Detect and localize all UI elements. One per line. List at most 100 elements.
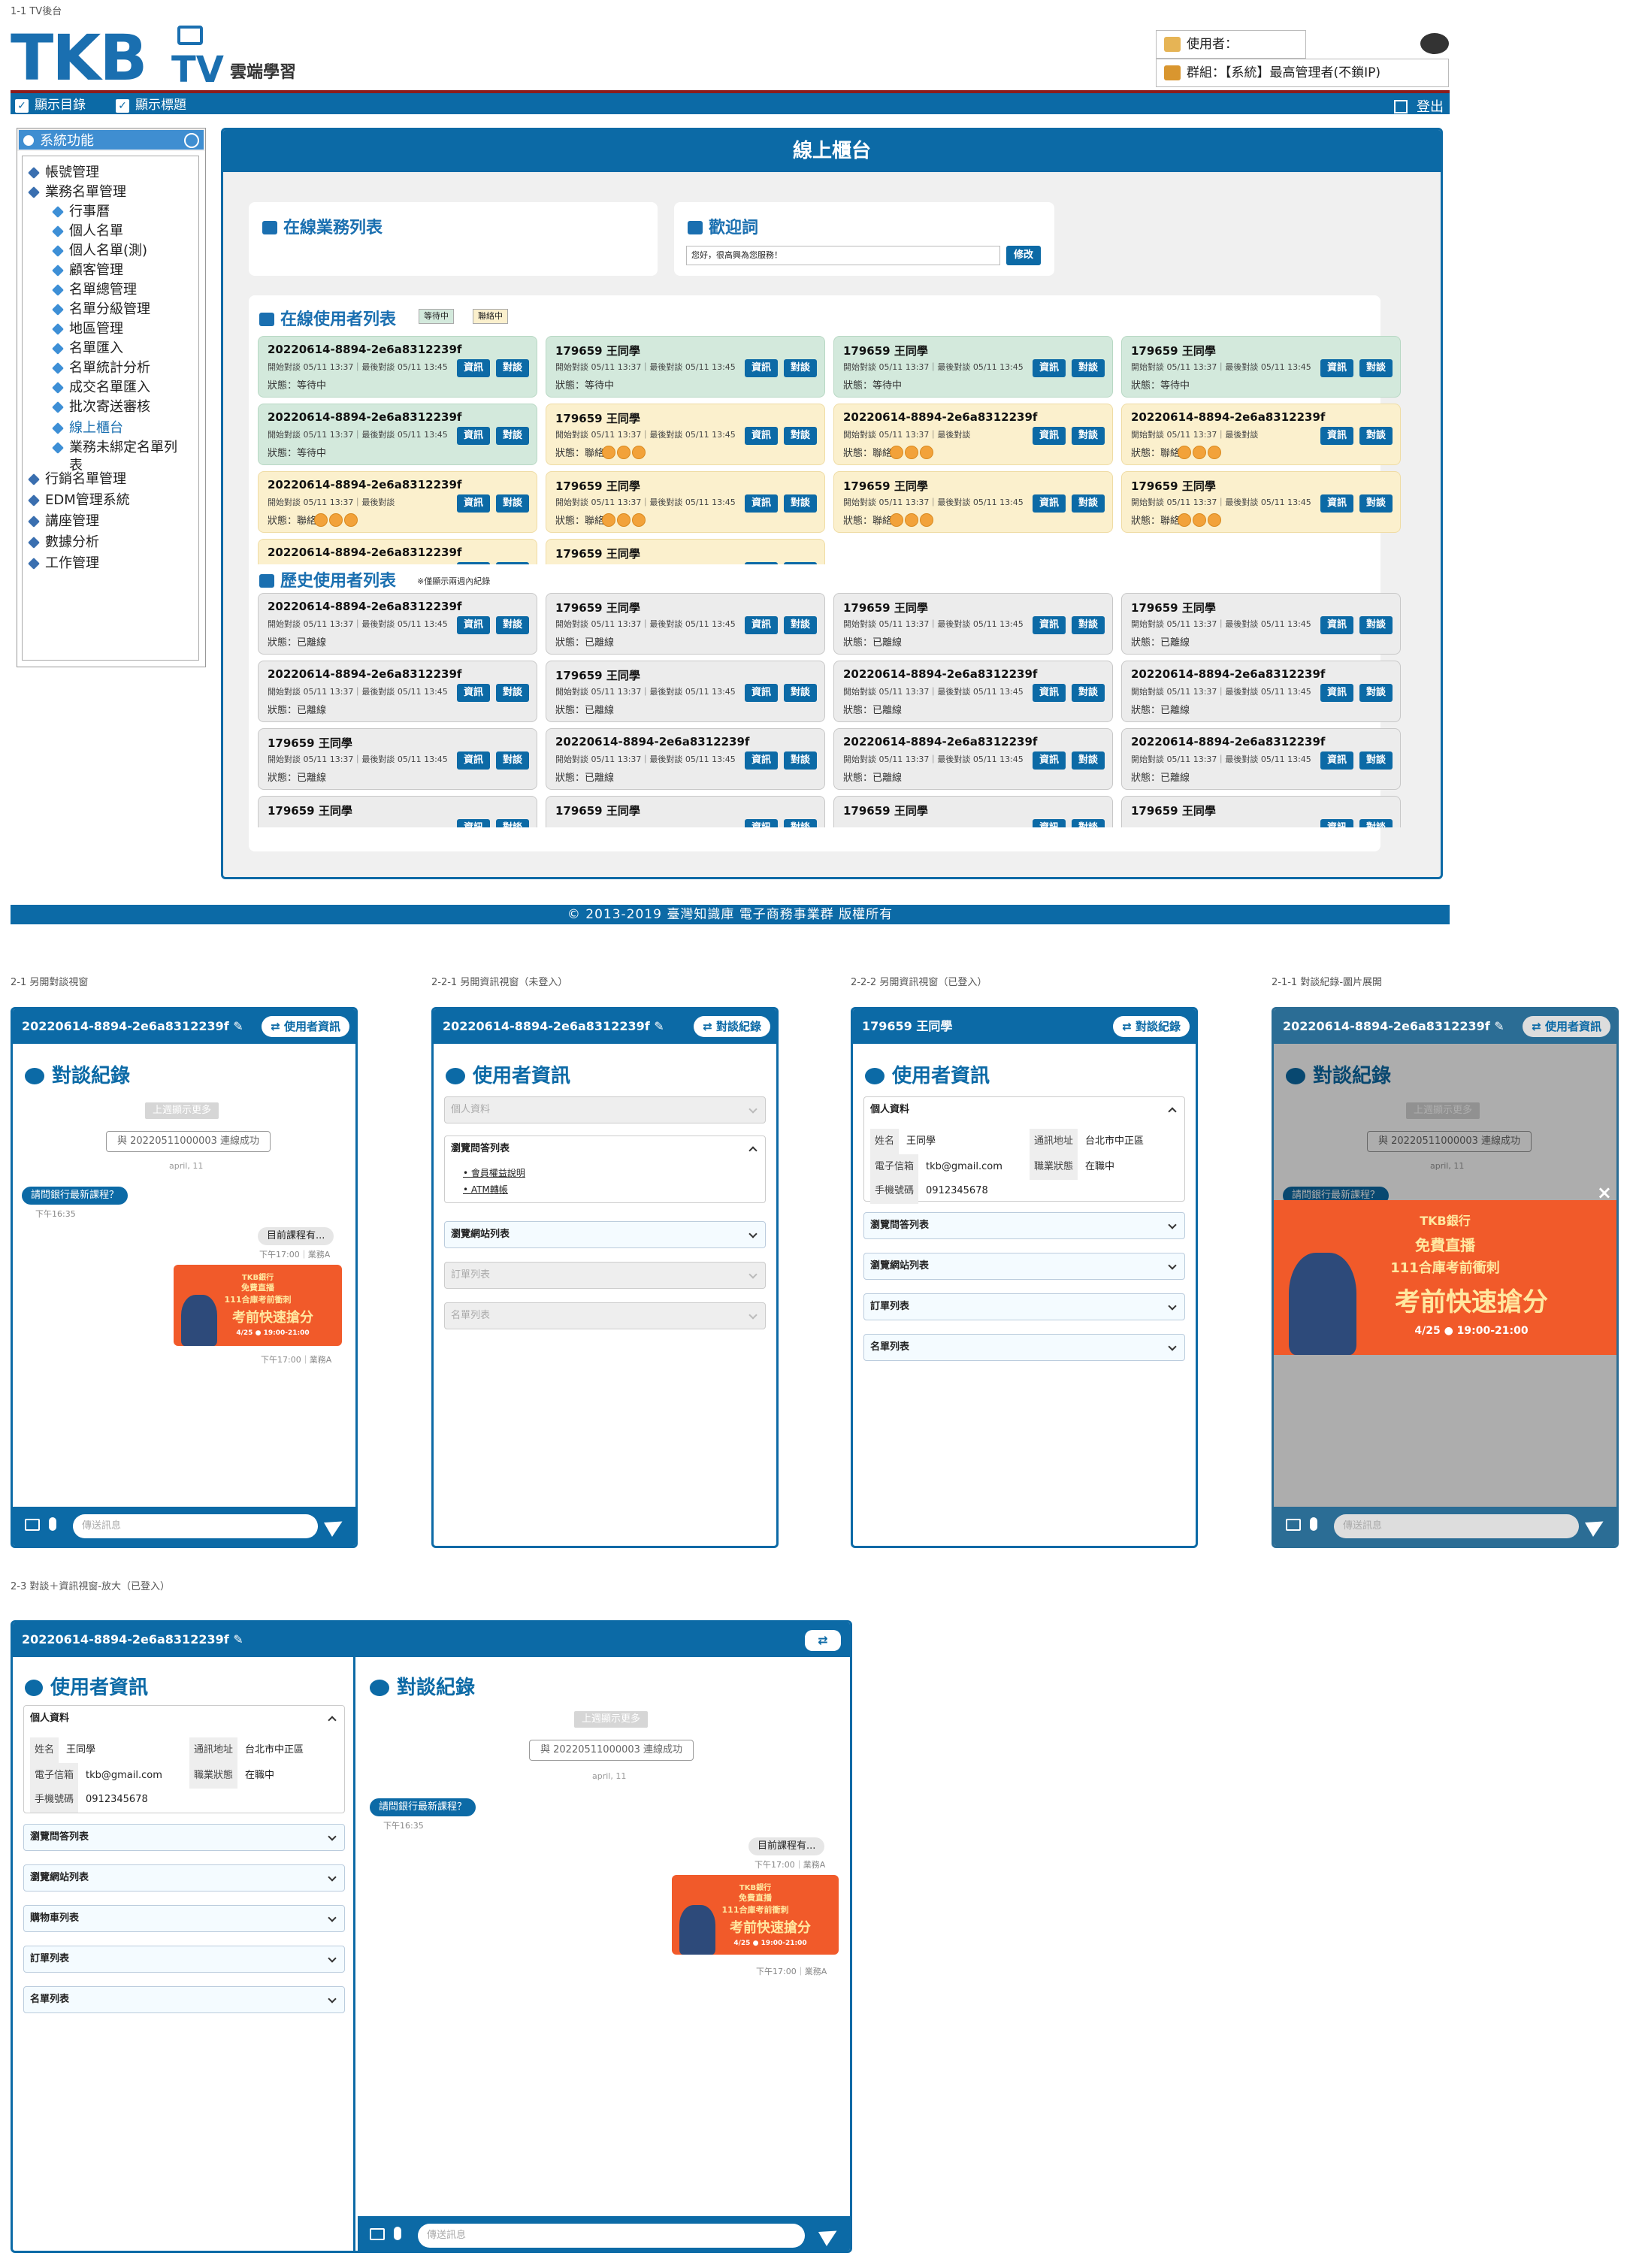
show-title-checkbox[interactable]: ✓ 顯示標題 (116, 97, 186, 113)
talk-button[interactable]: 對談 (496, 751, 529, 770)
load-more-button[interactable]: 上週顯示更多 (145, 1102, 219, 1119)
talk-button[interactable]: 對談 (496, 359, 529, 377)
info-button[interactable]: 資訊 (745, 562, 778, 564)
info-button[interactable]: 資訊 (457, 684, 490, 702)
info-button[interactable]: 資訊 (1320, 819, 1353, 827)
course-banner-image[interactable]: TKB銀行 免費直播 111合庫考前衝刺 考前快速搶分 4/25 ● 19:00… (174, 1265, 342, 1346)
info-button[interactable]: 資訊 (1033, 494, 1066, 513)
info-button[interactable]: 資訊 (1320, 751, 1353, 770)
info-button[interactable]: 資訊 (457, 427, 490, 445)
image-icon[interactable] (370, 2228, 385, 2240)
user-info-button[interactable]: ⇄ 使用者資訊 (1523, 1016, 1610, 1037)
add-agent-icon[interactable] (920, 446, 933, 459)
user-info-button[interactable]: ⇄ 使用者資訊 (262, 1016, 349, 1037)
course-banner-image[interactable]: TKB銀行 免費直播 111合庫考前衝刺 考前快速搶分 4/25 ● 19:00… (672, 1875, 839, 1955)
edit-icon[interactable]: ✎ (654, 1019, 664, 1033)
message-input[interactable]: 傳送訊息 (73, 1514, 318, 1538)
info-button[interactable]: 資訊 (1320, 684, 1353, 702)
names-accordion[interactable]: 名單列表 (863, 1334, 1185, 1361)
info-button[interactable]: 資訊 (457, 819, 490, 827)
talk-button[interactable]: 對談 (784, 616, 817, 634)
talk-button[interactable]: 對談 (496, 427, 529, 445)
info-button[interactable]: 資訊 (457, 359, 490, 377)
sidebar-item[interactable]: 業務未綁定名單列表 (52, 439, 189, 475)
info-button[interactable]: 資訊 (1033, 427, 1066, 445)
sidebar-item[interactable]: 名單匯入 (52, 340, 123, 358)
sidebar-header[interactable]: 系統功能 (17, 129, 205, 151)
sidebar-item[interactable]: 數據分析 (28, 534, 99, 552)
add-agent-icon[interactable] (632, 446, 646, 459)
talk-button[interactable]: 對談 (1072, 751, 1105, 770)
info-button[interactable]: 資訊 (1320, 427, 1353, 445)
talk-button[interactable]: 對談 (496, 616, 529, 634)
browse-qa-accordion[interactable]: 瀏覽問答列表 • 會員權益說明 • ATM轉帳 (444, 1136, 766, 1203)
personal-data-accordion[interactable]: 個人資料 姓名 王同學 通訊地址 台北市中正區 電子信箱 tkb@gmail.com … (863, 1096, 1185, 1204)
talk-button[interactable]: 對談 (1359, 751, 1393, 770)
talk-button[interactable]: 對談 (1359, 427, 1393, 445)
info-button[interactable]: 資訊 (1033, 751, 1066, 770)
orders-accordion[interactable]: 訂單列表 (863, 1293, 1185, 1320)
sidebar-item[interactable]: 帳號管理 (28, 164, 99, 182)
microphone-icon[interactable] (1310, 1517, 1317, 1531)
sidebar-item[interactable]: EDM管理系統 (28, 491, 130, 510)
sidebar-item[interactable]: 業務名單管理 (28, 183, 126, 201)
edit-welcome-button[interactable]: 修改 (1006, 246, 1041, 265)
talk-button[interactable]: 對談 (1359, 359, 1393, 377)
info-button[interactable]: 資訊 (1320, 494, 1353, 513)
close-icon[interactable]: × (1597, 1182, 1612, 1203)
talk-button[interactable]: 對談 (1359, 684, 1393, 702)
talk-button[interactable]: 對談 (784, 562, 817, 564)
edit-icon[interactable]: ✎ (233, 1632, 243, 1647)
info-button[interactable]: 資訊 (1033, 616, 1066, 634)
talk-button[interactable]: 對談 (1072, 359, 1105, 377)
info-button[interactable]: 資訊 (457, 494, 490, 513)
sidebar-item[interactable]: 批次寄送審核 (52, 398, 150, 416)
talk-button[interactable]: 對談 (784, 751, 817, 770)
info-button[interactable]: 資訊 (745, 359, 778, 377)
sidebar-item[interactable]: 地區管理 (52, 320, 123, 338)
info-button[interactable]: 資訊 (1033, 684, 1066, 702)
talk-button[interactable]: 對談 (496, 562, 529, 564)
sidebar-item[interactable]: 成交名單匯入 (52, 379, 150, 397)
talk-button[interactable]: 對談 (496, 494, 529, 513)
add-agent-icon[interactable] (344, 513, 358, 527)
talk-button[interactable]: 對談 (496, 819, 529, 827)
load-more-button[interactable]: 上週顯示更多 (574, 1711, 649, 1728)
info-button[interactable]: 資訊 (745, 494, 778, 513)
info-button[interactable]: 資訊 (1320, 359, 1353, 377)
qa-item[interactable]: • 會員權益說明 (463, 1165, 525, 1181)
show-menu-checkbox[interactable]: ✓ 顯示目錄 (15, 97, 86, 113)
info-button[interactable]: 資訊 (745, 751, 778, 770)
info-button[interactable]: 資訊 (1033, 359, 1066, 377)
add-agent-icon[interactable] (920, 513, 933, 527)
sidebar-item[interactable]: 線上櫃台 (52, 419, 123, 437)
message-input[interactable]: 傳送訊息 (418, 2224, 805, 2248)
edit-icon[interactable]: ✎ (1494, 1019, 1504, 1033)
qa-item[interactable]: • ATM轉帳 (463, 1181, 508, 1198)
browse-qa-accordion[interactable]: 瀏覽問答列表 (863, 1212, 1185, 1239)
info-button[interactable]: 資訊 (457, 616, 490, 634)
info-button[interactable]: 資訊 (1033, 819, 1066, 827)
info-button[interactable]: 資訊 (745, 616, 778, 634)
logout-button[interactable]: 登出 (1394, 96, 1444, 116)
talk-button[interactable]: 對談 (496, 684, 529, 702)
talk-button[interactable]: 對談 (784, 819, 817, 827)
talk-button[interactable]: 對談 (1072, 684, 1105, 702)
collapse-up-icon[interactable] (184, 133, 199, 148)
sidebar-item[interactable]: 顧客管理 (52, 262, 123, 280)
talk-button[interactable]: 對談 (1072, 616, 1105, 634)
talk-button[interactable]: 對談 (1359, 616, 1393, 634)
sidebar-item[interactable]: 工作管理 (28, 555, 99, 573)
add-agent-icon[interactable] (1208, 513, 1221, 527)
sidebar-item[interactable]: 名單總管理 (52, 281, 137, 299)
microphone-icon[interactable] (49, 1517, 56, 1531)
sidebar-item[interactable]: 講座管理 (28, 513, 99, 531)
talk-button[interactable]: 對談 (1072, 819, 1105, 827)
sidebar-item[interactable]: 個人名單 (52, 222, 123, 240)
talk-button[interactable]: 對談 (784, 494, 817, 513)
personal-data-accordion[interactable]: 個人資料 姓名 王同學 通訊地址 台北市中正區 電子信箱 tkb@gmail.com … (23, 1705, 345, 1813)
talk-button[interactable]: 對談 (784, 427, 817, 445)
browse-site-accordion[interactable]: 瀏覽網站列表 (863, 1253, 1185, 1280)
cart-accordion[interactable]: 購物車列表 (23, 1905, 345, 1932)
swap-icon[interactable]: ⇄ (805, 1630, 841, 1651)
